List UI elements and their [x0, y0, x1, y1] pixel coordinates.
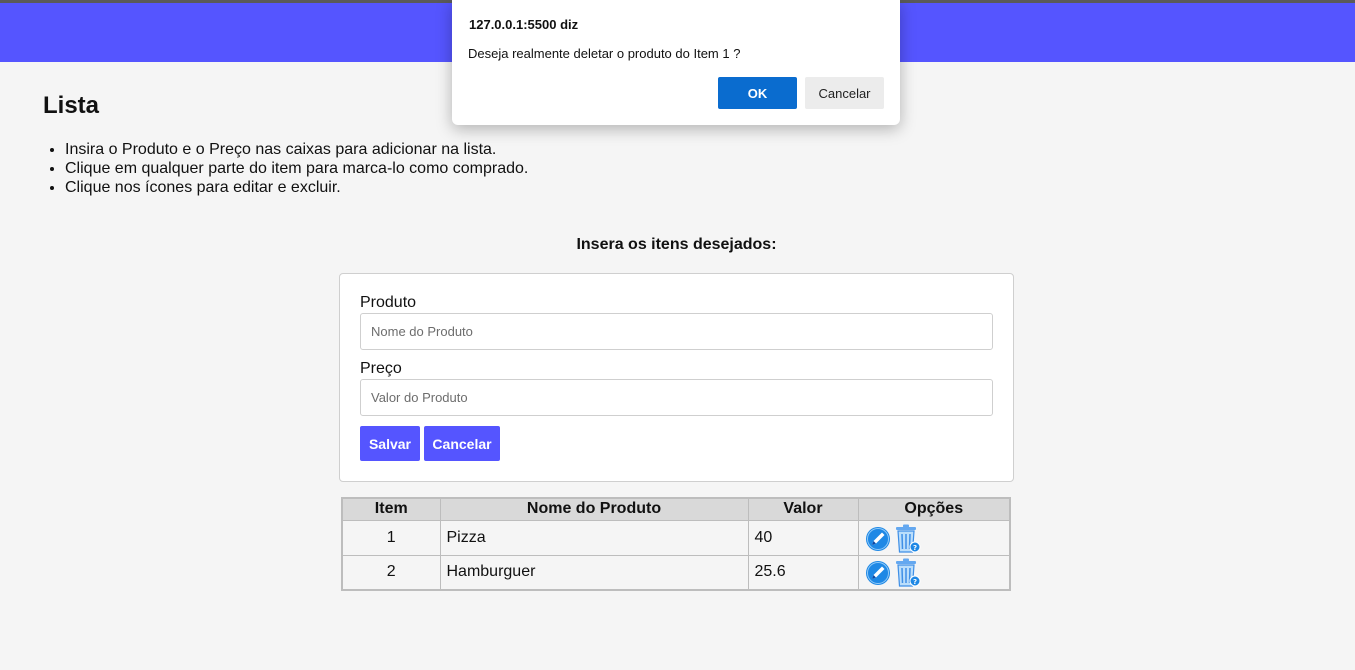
cell-options: ?: [857, 519, 1011, 556]
table-row[interactable]: 2 Hamburguer 25.6 ?: [341, 554, 1011, 591]
confirm-dialog: 127.0.0.1:5500 diz Deseja realmente dele…: [452, 0, 900, 125]
cell-value: 40: [747, 519, 859, 556]
product-input[interactable]: [360, 313, 993, 350]
cell-product-name: Pizza: [439, 519, 749, 556]
cell-item: 1: [341, 519, 441, 556]
svg-text:?: ?: [912, 578, 916, 586]
svg-text:?: ?: [912, 544, 916, 552]
dialog-cancel-button[interactable]: Cancelar: [805, 77, 884, 109]
instruction-item: Clique em qualquer parte do item para ma…: [65, 159, 528, 178]
cell-item: 2: [341, 554, 441, 591]
price-input[interactable]: [360, 379, 993, 416]
pencil-icon[interactable]: [865, 558, 891, 586]
trash-icon[interactable]: ?: [893, 558, 920, 587]
cancel-button[interactable]: Cancelar: [424, 426, 500, 461]
form-heading: Insera os itens desejados:: [576, 236, 777, 253]
header-value: Valor: [747, 497, 859, 521]
pencil-icon[interactable]: [865, 524, 891, 552]
header-options: Opções: [857, 497, 1011, 521]
dialog-title: 127.0.0.1:5500 diz: [469, 17, 579, 32]
cell-value: 25.6: [747, 554, 859, 591]
dialog-message: Deseja realmente deletar o produto do It…: [468, 46, 741, 61]
save-button[interactable]: Salvar: [360, 426, 420, 461]
instructions-list: Insira o Produto e o Preço nas caixas pa…: [43, 140, 528, 197]
instruction-item: Clique nos ícones para editar e excluir.: [65, 178, 528, 197]
header-product-name: Nome do Produto: [439, 497, 749, 521]
header-item: Item: [341, 497, 441, 521]
page-title: Lista: [43, 92, 100, 119]
price-label: Preço: [360, 360, 402, 377]
table-row[interactable]: 1 Pizza 40 ?: [341, 519, 1011, 556]
trash-icon[interactable]: ?: [893, 524, 920, 553]
instruction-item: Insira o Produto e o Preço nas caixas pa…: [65, 140, 528, 159]
items-table: Item Nome do Produto Valor Opções 1 Pizz…: [341, 497, 1011, 591]
cell-options: ?: [857, 554, 1011, 591]
table-header-row: Item Nome do Produto Valor Opções: [341, 497, 1011, 521]
product-form: Produto Preço Salvar Cancelar: [339, 273, 1014, 482]
product-label: Produto: [360, 294, 417, 311]
dialog-ok-button[interactable]: OK: [718, 77, 797, 109]
cell-product-name: Hamburguer: [439, 554, 749, 591]
